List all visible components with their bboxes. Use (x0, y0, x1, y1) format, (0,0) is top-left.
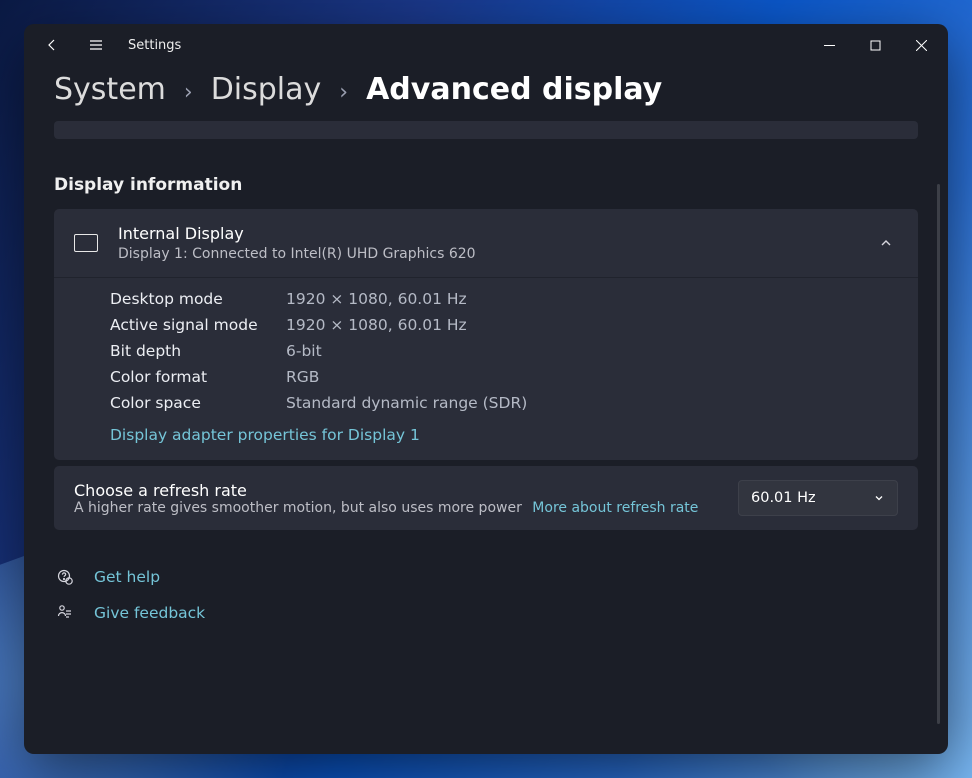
display-info-card: Internal Display Display 1: Connected to… (54, 209, 918, 460)
breadcrumb-system[interactable]: System (54, 72, 166, 107)
breadcrumb: System › Display › Advanced display (54, 66, 918, 121)
chevron-right-icon: › (339, 80, 348, 105)
prop-value: RGB (286, 368, 898, 386)
breadcrumb-display[interactable]: Display (211, 72, 322, 107)
feedback-icon (54, 602, 76, 624)
prop-label: Color format (110, 368, 286, 386)
card-placeholder (54, 121, 918, 139)
help-icon (54, 566, 76, 588)
titlebar: Settings (24, 24, 948, 66)
chevron-down-icon (873, 492, 885, 504)
prop-value: 6-bit (286, 342, 898, 360)
scrollbar[interactable] (937, 184, 940, 724)
get-help-link[interactable]: Get help (54, 566, 918, 588)
monitor-icon (74, 234, 98, 252)
settings-window: Settings System › Display › Advanced dis… (24, 24, 948, 754)
display-properties: Desktop mode 1920 × 1080, 60.01 Hz Activ… (54, 278, 918, 460)
get-help-label: Get help (94, 568, 160, 586)
display-adapter-link[interactable]: Display adapter properties for Display 1 (110, 426, 898, 444)
prop-label: Desktop mode (110, 290, 286, 308)
breadcrumb-current: Advanced display (366, 72, 662, 107)
app-title: Settings (128, 38, 181, 53)
display-info-header[interactable]: Internal Display Display 1: Connected to… (54, 209, 918, 277)
more-about-refresh-link[interactable]: More about refresh rate (532, 500, 698, 516)
minimize-button[interactable] (806, 29, 852, 61)
refresh-rate-selected: 60.01 Hz (751, 490, 816, 506)
close-button[interactable] (898, 29, 944, 61)
give-feedback-link[interactable]: Give feedback (54, 602, 918, 624)
refresh-rate-dropdown[interactable]: 60.01 Hz (738, 480, 898, 516)
maximize-button[interactable] (852, 29, 898, 61)
chevron-right-icon: › (184, 80, 193, 105)
prop-value: 1920 × 1080, 60.01 Hz (286, 290, 898, 308)
refresh-rate-card: Choose a refresh rate A higher rate give… (54, 466, 918, 530)
content-area: System › Display › Advanced display Disp… (24, 66, 948, 754)
refresh-rate-subtitle: A higher rate gives smoother motion, but… (74, 500, 522, 516)
refresh-rate-title: Choose a refresh rate (74, 481, 720, 500)
footer-links: Get help Give feedback (54, 566, 918, 624)
chevron-up-icon[interactable] (874, 231, 898, 255)
display-name: Internal Display (118, 223, 854, 245)
prop-value: 1920 × 1080, 60.01 Hz (286, 316, 898, 334)
prop-label: Color space (110, 394, 286, 412)
nav-menu-button[interactable] (78, 27, 114, 63)
back-button[interactable] (34, 27, 70, 63)
section-heading-display-info: Display information (54, 175, 918, 195)
prop-label: Active signal mode (110, 316, 286, 334)
display-connection: Display 1: Connected to Intel(R) UHD Gra… (118, 245, 854, 264)
prop-value: Standard dynamic range (SDR) (286, 394, 898, 412)
give-feedback-label: Give feedback (94, 604, 205, 622)
prop-label: Bit depth (110, 342, 286, 360)
